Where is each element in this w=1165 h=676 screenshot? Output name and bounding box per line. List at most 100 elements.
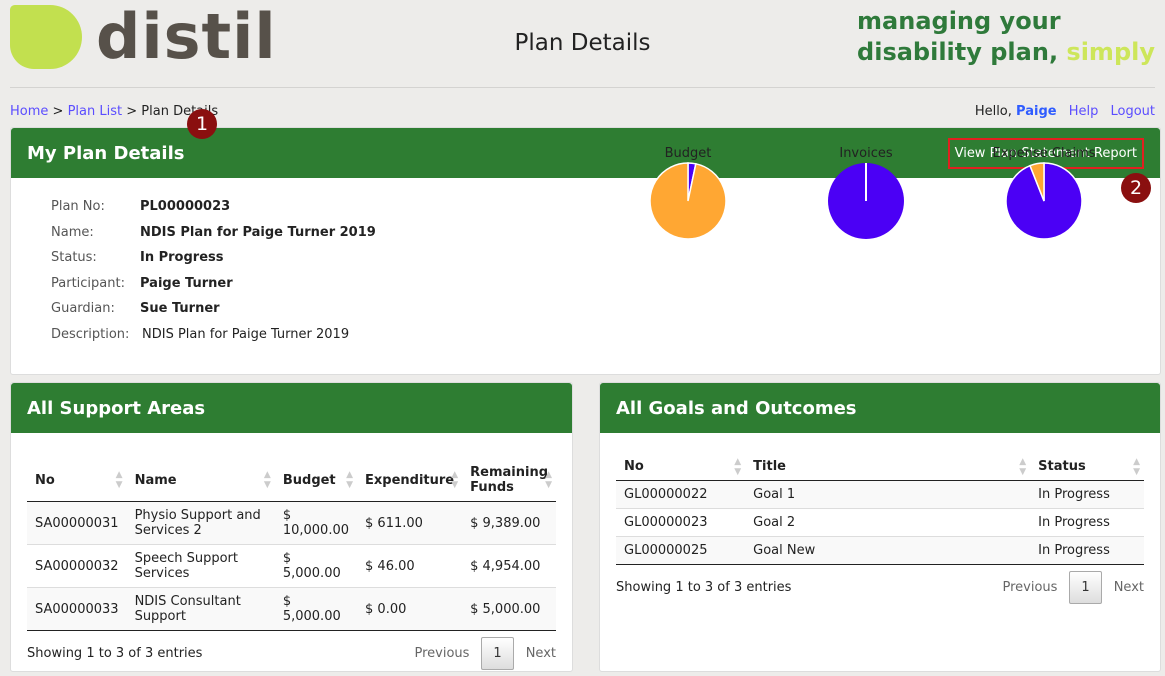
table-row[interactable]: SA00000033 NDIS Consultant Support $ 5,000… [27,587,556,631]
support-areas-table: No ▲ ▼ Name ▲ ▼ Budget ▲ ▼ Expenditure ▲ ▼ Remaining… [27,459,556,631]
table-cell: SA00000031 [27,501,127,545]
previous-button[interactable]: Previous [414,646,469,661]
column-header[interactable]: Budget ▲ ▼ [274,459,358,502]
field-value: NDIS Plan for Paige Turner 2019 [142,326,350,342]
greeting: Hello, [974,104,1017,119]
column-header[interactable]: Remaining Funds ▲ ▼ [462,459,556,502]
sort-icon: ▲ ▼ [263,470,271,490]
support-areas-panel: All Support Areas No ▲ ▼ Name ▲ ▼ Budget ▲ ▼ Expe… [10,382,573,672]
pie-chart: Expense Claims [974,146,1114,245]
sort-icon: ▲ ▼ [734,456,742,477]
column-label: Expenditure [365,472,455,488]
table-cell: SA00000033 [27,587,127,631]
field-label: Participant: [51,275,125,291]
table-cell: GL00000022 [616,480,746,509]
table-cell: Goal 1 [745,480,1031,509]
sort-icon: ▲ ▼ [115,470,123,490]
plan-field: Guardian: Sue Turner [51,296,376,322]
tagline-highlight: simply [1066,38,1155,66]
plan-field: Name: NDIS Plan for Paige Turner 2019 [51,220,376,246]
pie-chart: Budget [618,146,758,245]
pie-chart: Invoices [796,146,936,245]
entries-info: Showing 1 to 3 of 3 entries [616,580,792,595]
table-cell: In Progress [1030,480,1144,509]
table-cell: $ 5,000.00 [274,587,358,631]
field-value: NDIS Plan for Paige Turner 2019 [140,224,376,240]
plan-field: Description: NDIS Plan for Paige Turner 2… [51,322,376,348]
field-label: Name: [51,224,94,240]
column-label: Title [753,459,786,474]
next-button[interactable]: Next [1114,580,1144,595]
field-value: Paige Turner [140,275,233,291]
table-cell: Goal New [745,536,1031,565]
field-label: Status: [51,250,97,266]
field-label: Plan No: [51,199,105,215]
table-cell: $ 46.00 [357,544,463,588]
field-value: In Progress [140,250,224,266]
previous-button[interactable]: Previous [1002,580,1057,595]
panel-title: All Goals and Outcomes [616,397,857,419]
pie-title: Budget [664,146,712,161]
plan-field: Status: In Progress [51,245,376,271]
table-cell: $ 10,000.00 [274,501,358,545]
divider [10,87,1155,88]
user-menu: Hello, Paige Help Logout [975,104,1155,119]
plan-fields: Plan No: PL00000023 Name: NDIS Plan for Pai… [51,194,376,347]
table-cell: NDIS Consultant Support [126,587,275,631]
column-label: Remaining Funds [470,465,548,495]
annotation-badge-1: 1 [187,109,217,139]
next-button[interactable]: Next [526,646,556,661]
help-link[interactable]: Help [1069,104,1099,119]
table-row[interactable]: SA00000031 Physio Support and Services 2 $… [27,501,556,545]
sort-icon: ▲ ▼ [451,470,459,490]
table-cell: $ 0.00 [357,587,463,631]
sort-icon: ▲ ▼ [545,470,552,490]
tagline-line1: managing your [857,7,1061,35]
table-cell: $ 5,000.00 [274,544,358,588]
column-header[interactable]: No ▲ ▼ [27,459,127,502]
field-label: Guardian: [51,301,115,317]
tagline-line2: disability plan, [857,38,1067,66]
table-cell: In Progress [1030,536,1144,565]
logout-link[interactable]: Logout [1110,104,1155,119]
breadcrumb-home[interactable]: Home [10,104,48,119]
column-label: Name [134,472,177,488]
table-row[interactable]: SA00000032 Speech Support Services $ 5,000… [27,544,556,588]
pie-svg [828,163,904,239]
column-header[interactable]: No ▲ ▼ [616,453,746,481]
user-name[interactable]: Paige [1016,104,1057,119]
table-row[interactable]: GL00000025 Goal New In Progress [616,536,1144,565]
pagination: Previous 1 Next [414,637,556,670]
pie-title: Expense Claims [992,146,1096,161]
breadcrumb-sep: > [52,104,64,119]
breadcrumb-plan-list[interactable]: Plan List [68,104,123,119]
field-value: Sue Turner [140,301,220,317]
page-1-button[interactable]: 1 [1069,571,1102,604]
plan-details-panel: My Plan Details View Plan Statement Repo… [10,127,1161,375]
breadcrumb-sep: > [126,104,138,119]
tagline: managing your disability plan, simply [857,6,1155,68]
column-header[interactable]: Expenditure ▲ ▼ [357,459,463,502]
column-label: Status [1038,459,1086,474]
table-row[interactable]: GL00000022 Goal 1 In Progress [616,480,1144,509]
annotation-badge-2: 2 [1121,173,1151,203]
table-cell: Physio Support and Services 2 [126,501,275,545]
panel-title: All Support Areas [27,397,206,419]
table-cell: Speech Support Services [126,544,275,588]
column-label: No [624,459,644,474]
column-header[interactable]: Name ▲ ▼ [126,459,275,502]
pie-title: Invoices [839,146,893,161]
pagination: Previous 1 Next [1002,571,1144,604]
table-row[interactable]: GL00000023 Goal 2 In Progress [616,508,1144,537]
table-cell: Goal 2 [745,508,1031,537]
column-header[interactable]: Title ▲ ▼ [745,453,1031,481]
column-header[interactable]: Status ▲ ▼ [1030,453,1144,481]
pie-svg [649,162,727,240]
page-1-button[interactable]: 1 [481,637,514,670]
sort-icon: ▲ ▼ [346,470,354,490]
table-cell: SA00000032 [27,544,127,588]
plan-field: Participant: Paige Turner [51,271,376,297]
table-cell: In Progress [1030,508,1144,537]
plan-field: Plan No: PL00000023 [51,194,376,220]
table-cell: $ 5,000.00 [462,587,556,631]
